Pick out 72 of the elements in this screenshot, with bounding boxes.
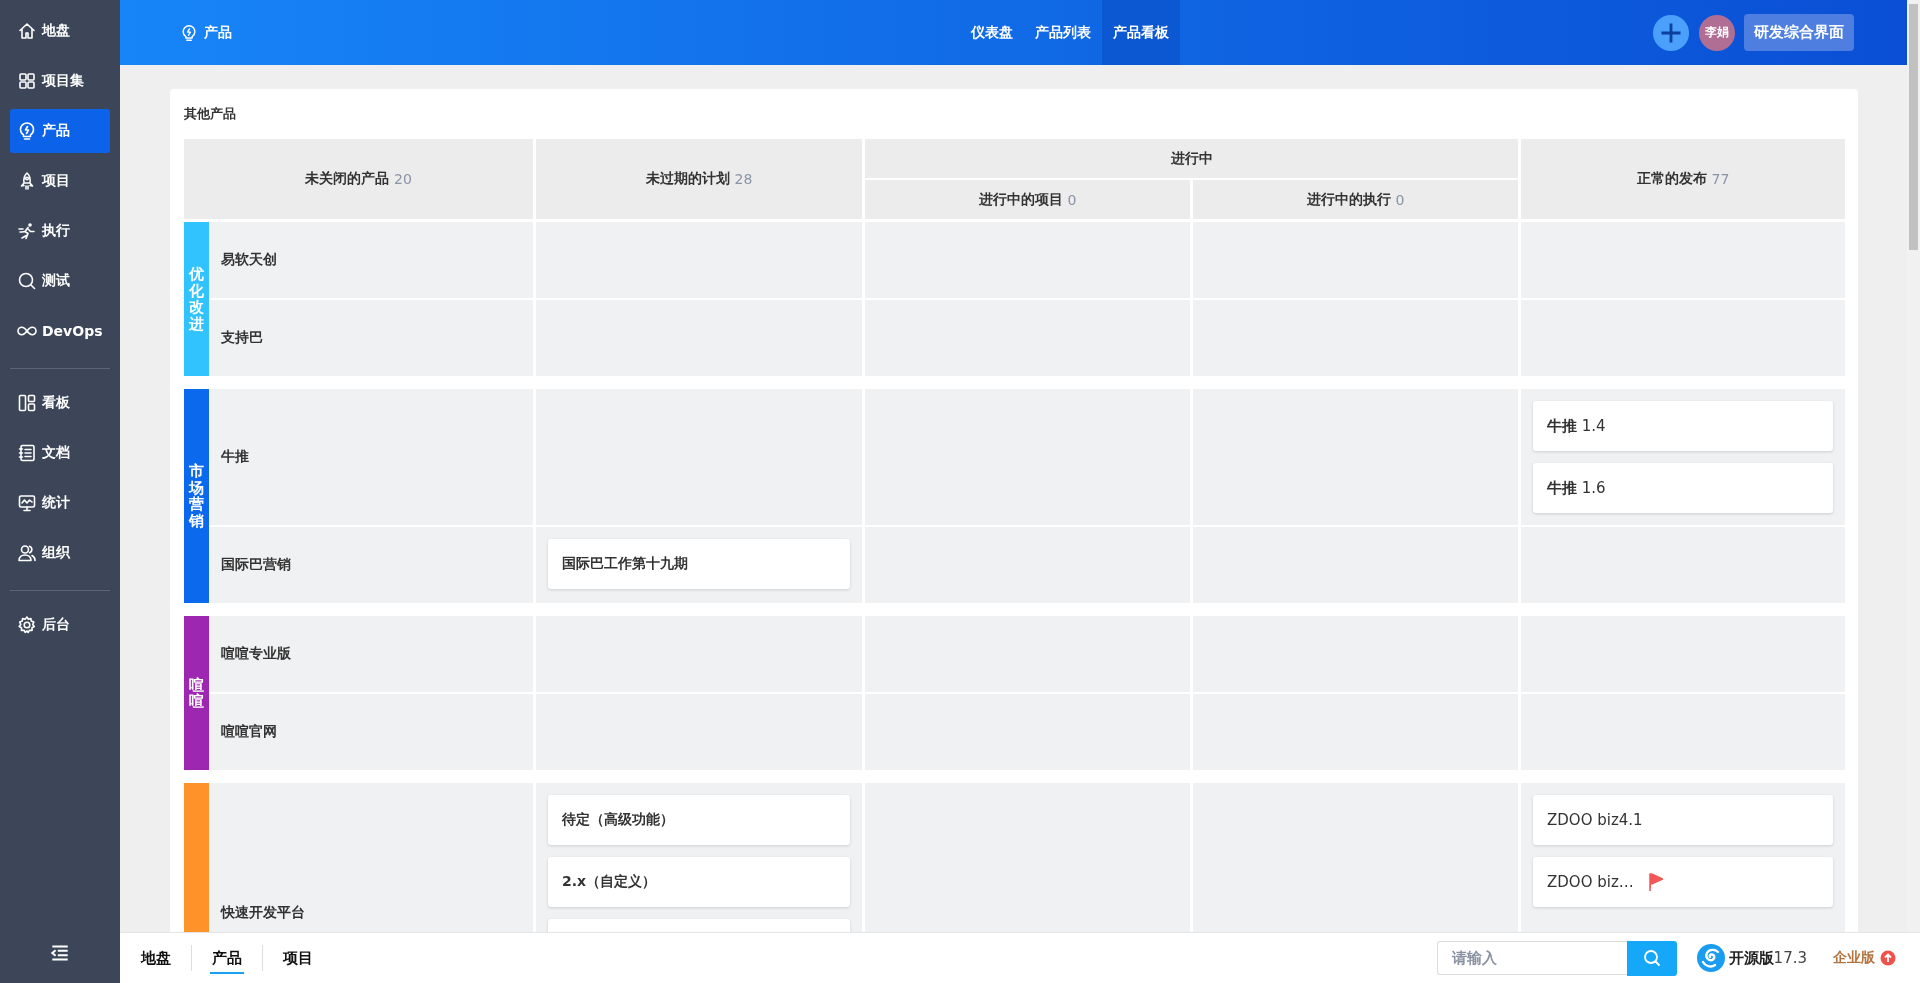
upgrade-link[interactable]: 企业版: [1833, 949, 1896, 967]
breadcrumb-tab[interactable]: 产品: [210, 942, 244, 974]
scrollbar-thumb[interactable]: [1909, 4, 1918, 250]
runner-icon: [17, 221, 37, 241]
release-card[interactable]: 牛推 1.6: [1533, 463, 1833, 513]
user-avatar[interactable]: 李娟: [1699, 14, 1735, 51]
search-icon: [17, 271, 37, 291]
product-name[interactable]: 快速开发平台: [221, 904, 305, 922]
product-name[interactable]: 喧喧官网: [221, 723, 277, 741]
group-label: 优化改进: [184, 222, 209, 376]
sidebar-item[interactable]: 产品: [10, 109, 110, 153]
item-count: 20: [394, 171, 412, 187]
plan-card[interactable]: 2.x（自定义）: [548, 857, 850, 907]
breadcrumb-tab[interactable]: 地盘: [139, 942, 173, 974]
item-count: 0: [1067, 191, 1077, 208]
product-name[interactable]: 易软天创: [221, 251, 277, 269]
grid-icon: [17, 71, 37, 91]
collapse-menu-icon: [49, 942, 71, 964]
workspace-button[interactable]: 研发综合界面: [1744, 14, 1854, 51]
people-icon: [17, 543, 37, 563]
sidebar-item[interactable]: 项目: [10, 159, 110, 203]
sidebar-item[interactable]: 项目集: [10, 59, 110, 103]
column-title: 未关闭的产品: [305, 170, 390, 188]
nav-tab[interactable]: 产品列表: [1024, 0, 1102, 65]
column-title: 正常的发布: [1636, 170, 1707, 188]
breadcrumb-tab[interactable]: 项目: [281, 942, 315, 974]
search-icon: [1641, 948, 1662, 968]
sidebar-item[interactable]: 后台: [10, 603, 110, 647]
plan-card[interactable]: 待定（高级功能）: [548, 795, 850, 845]
edition-label[interactable]: 开源版: [1728, 948, 1774, 968]
product-name[interactable]: 国际巴营销: [221, 556, 291, 574]
search-field[interactable]: 请输入: [1436, 941, 1627, 975]
column-title: 未过期的计划: [645, 170, 730, 188]
product-name[interactable]: 支持巴: [221, 329, 263, 347]
monitor-icon: [17, 493, 37, 513]
release-card[interactable]: ZDOO biz4.1: [1533, 795, 1833, 845]
document-icon: [17, 443, 37, 463]
home-icon: [17, 21, 37, 41]
item-count: 77: [1711, 171, 1730, 187]
lightbulb-icon: [180, 23, 198, 42]
product-name[interactable]: 喧喧专业版: [221, 645, 291, 663]
release-card[interactable]: 牛推 1.4: [1533, 401, 1833, 451]
sidebar-item[interactable]: 执行: [10, 209, 110, 253]
column-title: 进行中的执行: [1306, 190, 1391, 209]
sidebar-item[interactable]: 统计: [10, 481, 110, 525]
group-label: 喧喧: [184, 616, 209, 770]
plan-card[interactable]: 国际巴工作第十九期: [548, 539, 850, 589]
item-count: 28: [734, 171, 753, 187]
column-title: 进行中的项目: [978, 190, 1063, 209]
swirl-logo-icon: [1695, 943, 1726, 973]
page-title: 产品: [204, 23, 232, 42]
nav-tab[interactable]: 产品看板: [1102, 0, 1180, 65]
sidebar-item[interactable]: 地盘: [10, 9, 110, 53]
board-icon: [17, 393, 37, 413]
gear-icon: [17, 615, 37, 635]
scrollbar[interactable]: [1907, 0, 1920, 932]
sidebar-item[interactable]: 测试: [10, 259, 110, 303]
nav-tab[interactable]: 仪表盘: [960, 0, 1024, 65]
group-label: 市场营销: [184, 389, 209, 603]
sidebar-item[interactable]: 看板: [10, 381, 110, 425]
product-name[interactable]: 牛推: [221, 448, 249, 466]
add-button[interactable]: [1652, 13, 1690, 52]
column-group-header: 进行中: [865, 139, 1518, 178]
sidebar-item[interactable]: 文档: [10, 431, 110, 475]
version-number: 17.3: [1773, 949, 1807, 967]
board-title: 其他产品: [184, 105, 237, 123]
release-card[interactable]: ZDOO biz…: [1533, 857, 1833, 907]
sidebar-item[interactable]: 组织: [10, 531, 110, 575]
item-count: 0: [1395, 191, 1405, 208]
sidebar-item[interactable]: DevOps: [10, 309, 110, 353]
lightbulb-icon: [17, 121, 37, 141]
search-button[interactable]: [1626, 940, 1677, 976]
